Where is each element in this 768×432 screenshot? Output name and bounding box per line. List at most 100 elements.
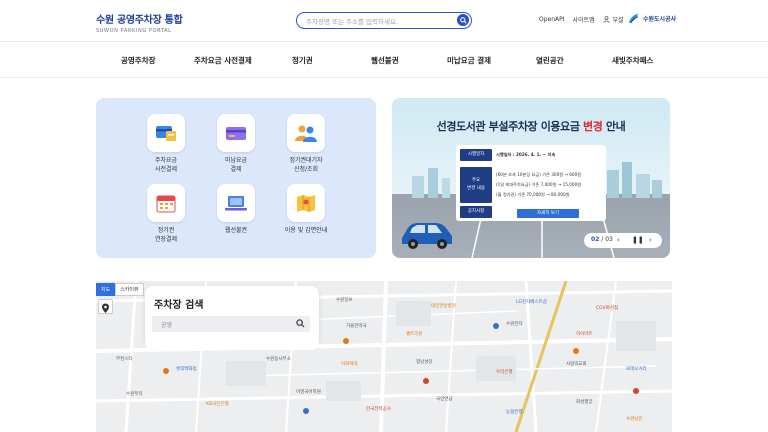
site-title: 수원 공영주차장 통합 bbox=[96, 15, 183, 26]
map-label: CGV화성점 bbox=[596, 306, 619, 311]
quick-menu-panel: 주차요금 사전결제 미납요금 결제 정기권대기자 신청/조회 정기권 연장결제 … bbox=[96, 98, 376, 258]
map-label: 수원무리 bbox=[126, 392, 143, 397]
nav-item-unpaid[interactable]: 미납요금 결제 bbox=[447, 55, 491, 66]
map-label: 태민한방병원 bbox=[431, 304, 456, 309]
prev-slide-icon[interactable]: ‹ bbox=[617, 236, 620, 244]
map-label: 롯데백화점 bbox=[176, 367, 197, 372]
map-label: LG전자베스트샵 bbox=[516, 300, 547, 305]
brand-name: 수원도시공사 bbox=[643, 16, 677, 23]
card-payment-icon bbox=[147, 114, 185, 152]
nav-item-open-space[interactable]: 열린공간 bbox=[536, 55, 564, 66]
nav-item-web-prepaid[interactable]: 웹선불권 bbox=[371, 55, 399, 66]
map-label: 셀트리온 bbox=[406, 332, 423, 337]
laptop-icon bbox=[217, 184, 255, 222]
quick-item-guide[interactable]: 이용 및 감면안내 bbox=[271, 184, 341, 235]
map-label: 수원동사무소 bbox=[266, 357, 291, 362]
notice-change-3: (월 정기권) 기존 70,000원 → 80,000원 bbox=[496, 192, 570, 197]
map-type-tabs: 지도 스카이뷰 bbox=[96, 283, 144, 296]
view-details-button[interactable]: 자세히 보기 bbox=[517, 209, 579, 218]
map-label: 국민연금 bbox=[436, 397, 453, 402]
pause-icon[interactable]: ❚❚ bbox=[632, 236, 644, 244]
search-bar[interactable]: 주차장명 또는 주소를 입력하세요. bbox=[296, 12, 472, 29]
pager-total: 03 bbox=[605, 236, 613, 243]
quick-item-web-prepaid[interactable]: 웹선불권 bbox=[201, 184, 271, 235]
map-label: 한국전력공사 bbox=[366, 407, 391, 412]
banner-title-highlight: 변경 bbox=[583, 120, 603, 133]
banner-title: 선경도서관 부설주차장 이용요금 변경 안내 bbox=[392, 118, 670, 134]
map-label: 수원남문 bbox=[626, 417, 643, 422]
quick-item-extend[interactable]: 정기권 연장결제 bbox=[131, 184, 201, 244]
map-tab-skyview[interactable]: 스카이뷰 bbox=[115, 283, 144, 296]
map-book-icon bbox=[287, 184, 325, 222]
search-icon[interactable] bbox=[296, 319, 305, 328]
quick-label: 이용 및 감면안내 bbox=[284, 227, 328, 234]
map-label: 이영국어학원 bbox=[296, 390, 321, 395]
next-slide-icon[interactable]: › bbox=[649, 236, 652, 244]
notice-row-head: 공지사항 bbox=[460, 206, 492, 218]
notice-change-2: (1일 최대주차요금) 기존 7,000원 → 15,000원 bbox=[496, 182, 582, 187]
map-label: 부천스타 bbox=[116, 357, 133, 362]
notice-row-head: 주요 변경 내용 bbox=[460, 167, 492, 203]
car-illustration bbox=[402, 223, 452, 249]
notice-row-value: 시행일자 : 2026. 4. 1. ~ 지속 bbox=[496, 152, 556, 157]
quick-item-unpaid[interactable]: 미납요금 결제 bbox=[201, 114, 271, 174]
quick-label: 주차요금 사전결제 bbox=[154, 157, 178, 173]
map-label: 사랑의교회 bbox=[566, 362, 587, 367]
map-label: 가을한약국 bbox=[346, 324, 367, 329]
site-logo[interactable]: 수원 공영주차장 통합 SUWON PARKING PORTAL bbox=[96, 11, 183, 34]
map-label: 농협은행 bbox=[506, 410, 523, 415]
map-label: 수원일보 bbox=[336, 298, 353, 303]
map-label: 이화여대 bbox=[341, 362, 358, 367]
login-label: 부설 bbox=[612, 17, 624, 24]
location-pin-icon bbox=[102, 303, 109, 313]
map-label: 우리은행 bbox=[496, 370, 513, 375]
parking-search-field[interactable]: 공영 bbox=[152, 316, 310, 332]
map-label: 로데오거리 bbox=[626, 367, 647, 372]
utility-links: OpenAPI 사이트맵 부설 bbox=[539, 15, 624, 24]
banner-title-main: 선경도서관 부설주차장 이용요금 bbox=[436, 120, 584, 133]
map-label: 정남성당 bbox=[416, 360, 433, 365]
main-nav: 공영주차장 주차요금 사전결제 정기권 웹선불권 미납요금 결제 열린공간 새빛… bbox=[0, 42, 768, 78]
calendar-icon bbox=[147, 184, 185, 222]
pager-counter: 02 / 03 bbox=[591, 236, 613, 243]
map-label: 화성행궁 bbox=[576, 400, 593, 405]
banner-pager: 02 / 03 ‹ ❚❚ › bbox=[584, 233, 662, 248]
users-icon bbox=[287, 114, 325, 152]
quick-item-prepay[interactable]: 주차요금 사전결제 bbox=[131, 114, 201, 174]
current-location-button[interactable] bbox=[98, 299, 113, 314]
parking-search-title: 주차장 검색 bbox=[154, 300, 204, 311]
search-input[interactable]: 주차장명 또는 주소를 입력하세요. bbox=[306, 16, 398, 26]
user-icon bbox=[602, 16, 610, 23]
login-link[interactable]: 부설 bbox=[602, 15, 624, 24]
notice-row-head: 시행일자 bbox=[460, 149, 492, 161]
nav-item-public-parking[interactable]: 공영주차장 bbox=[121, 55, 156, 66]
brand-mark-icon bbox=[628, 13, 639, 24]
pager-current: 02 bbox=[591, 236, 600, 243]
banner-title-end: 안내 bbox=[602, 120, 626, 133]
nav-item-saebit-pass[interactable]: 새빛주차패스 bbox=[612, 55, 653, 66]
site-header: 수원 공영주차장 통합 SUWON PARKING PORTAL 주차장명 또는… bbox=[0, 0, 768, 42]
quick-item-waitlist[interactable]: 정기권대기자 신청/조회 bbox=[271, 114, 341, 174]
panel-shadow bbox=[145, 340, 319, 350]
map-label: 수원전자 bbox=[506, 322, 523, 327]
search-icon bbox=[459, 16, 467, 24]
credit-card-icon bbox=[217, 114, 255, 152]
quick-label: 정기권대기자 신청/조회 bbox=[289, 157, 323, 173]
search-button[interactable] bbox=[457, 14, 469, 26]
notice-table: 시행일자 시행일자 : 2026. 4. 1. ~ 지속 주요 변경 내용 (6… bbox=[456, 145, 606, 221]
quick-label: 웹선불권 bbox=[224, 227, 248, 234]
parking-search-panel: 주차장 검색 공영 bbox=[145, 286, 319, 350]
parking-search-input[interactable]: 공영 bbox=[161, 320, 172, 329]
quick-label: 미납요금 결제 bbox=[224, 157, 248, 173]
quick-label: 정기권 연장결제 bbox=[154, 227, 178, 243]
site-subtitle: SUWON PARKING PORTAL bbox=[96, 28, 172, 34]
brand-logo[interactable]: 수원도시공사 bbox=[627, 12, 676, 25]
map-label: KB국민은행 bbox=[206, 402, 229, 407]
map-label: 하이마트 bbox=[576, 332, 593, 337]
util-link-sitemap[interactable]: 사이트맵 bbox=[573, 15, 595, 24]
nav-item-season-pass[interactable]: 정기권 bbox=[292, 55, 313, 66]
nav-item-prepay[interactable]: 주차요금 사전결제 bbox=[194, 55, 252, 66]
notice-change-1: (60분 초과 10분당 요금) 기존 300원 → 600원 bbox=[496, 172, 582, 177]
util-link-openapi[interactable]: OpenAPI bbox=[539, 16, 565, 23]
map-tab-map[interactable]: 지도 bbox=[96, 283, 116, 296]
